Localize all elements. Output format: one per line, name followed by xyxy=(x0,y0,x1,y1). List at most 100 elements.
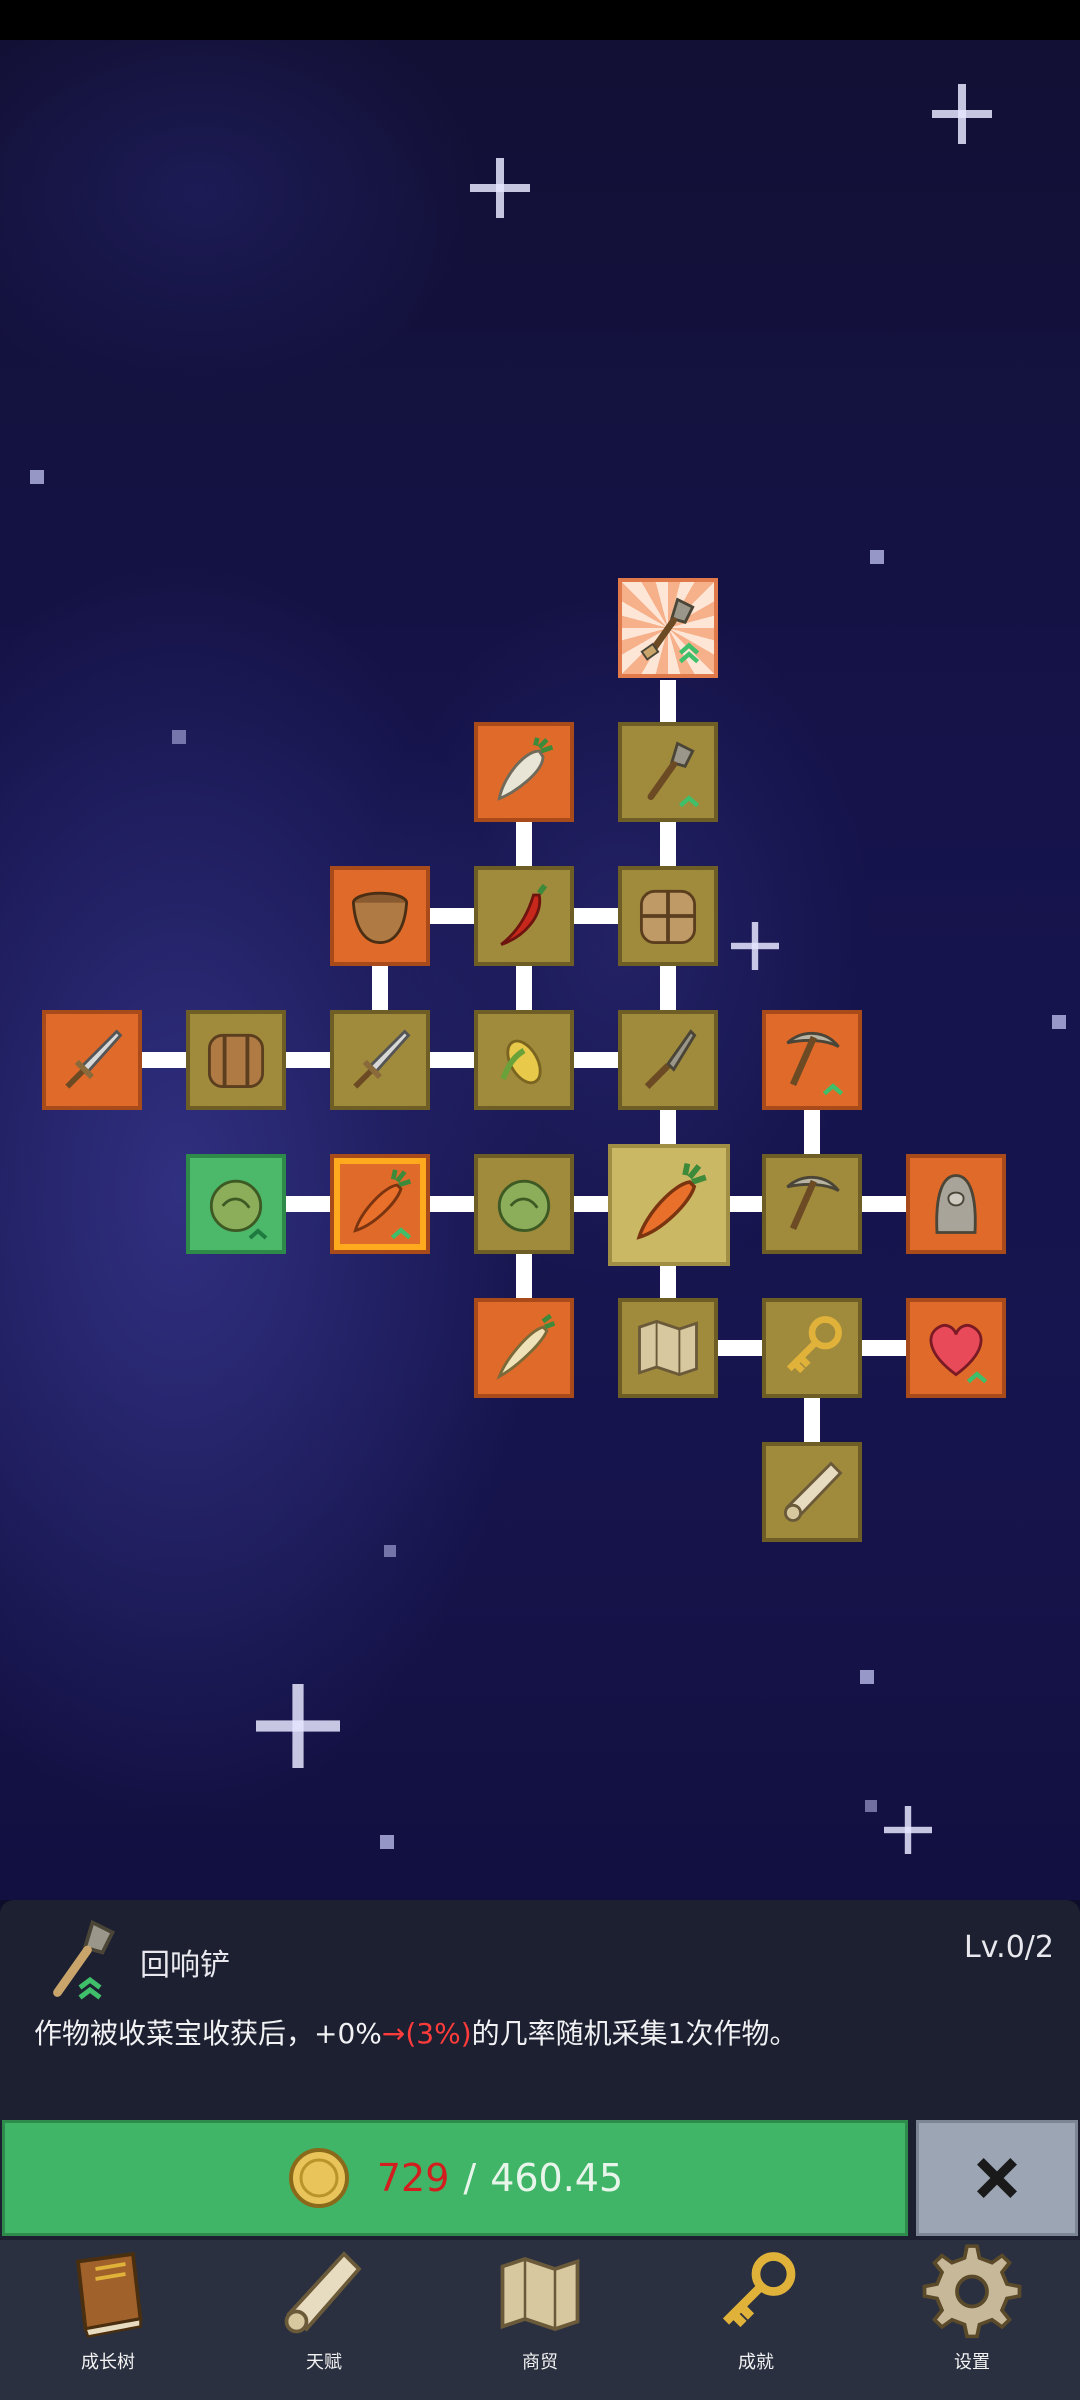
tree-connector xyxy=(286,1196,330,1212)
upgrade-arrow-icon xyxy=(678,795,700,808)
knife-icon xyxy=(644,1029,697,1089)
skill-node-knife[interactable] xyxy=(618,1010,718,1110)
scroll-icon xyxy=(284,2251,362,2334)
key-icon xyxy=(786,1316,842,1374)
tree-connector xyxy=(660,1110,676,1144)
skill-node-carrot-selected[interactable] xyxy=(330,1154,430,1254)
tree-connector xyxy=(862,1196,906,1212)
tree-connector xyxy=(430,1196,474,1212)
tree-connector xyxy=(862,1340,906,1356)
pickaxe-icon xyxy=(786,1175,840,1231)
skill-node-basket[interactable] xyxy=(330,866,430,966)
tree-connector xyxy=(804,1398,820,1442)
coins-owned: 729 xyxy=(376,2156,450,2200)
skill-node-pickaxe[interactable] xyxy=(762,1154,862,1254)
upgrade-arrow-icon xyxy=(390,1227,412,1240)
tree-connector xyxy=(372,966,388,1010)
nav-item-achievements[interactable]: 成就 xyxy=(648,2240,864,2400)
map-icon xyxy=(500,2257,580,2331)
tree-connector xyxy=(516,1254,532,1298)
nav-item-growth-tree[interactable]: 成长树 xyxy=(0,2240,216,2400)
tree-connector xyxy=(660,966,676,1010)
upgrade-arrow-icon xyxy=(678,642,700,664)
skill-node-sword-left[interactable] xyxy=(42,1010,142,1110)
tree-connector xyxy=(804,1110,820,1154)
tree-connector xyxy=(142,1052,186,1068)
tree-connector xyxy=(516,966,532,1010)
description-text: 作物被收菜宝收获后，+0% xyxy=(34,2017,382,2050)
skill-node-cabbage-green[interactable] xyxy=(186,1154,286,1254)
skill-node-map[interactable] xyxy=(618,1298,718,1398)
scroll-icon xyxy=(783,1461,843,1522)
backpack-icon xyxy=(639,889,697,945)
skill-node-radish[interactable] xyxy=(474,722,574,822)
skill-level: Lv.0/2 xyxy=(964,1930,1054,1965)
tree-connector xyxy=(730,1196,764,1212)
carrot-icon xyxy=(636,1163,707,1240)
tree-connector xyxy=(430,908,474,924)
chili-pepper-icon xyxy=(500,883,548,946)
skill-node-corn[interactable] xyxy=(474,1010,574,1110)
nav-item-talent[interactable]: 天赋 xyxy=(216,2240,432,2400)
tree-connector xyxy=(516,822,532,866)
skill-node-echo-shovel[interactable] xyxy=(618,578,718,678)
tree-connector xyxy=(574,908,618,924)
upgrade-cost: 460.45 xyxy=(490,2156,624,2200)
skill-node-sword[interactable] xyxy=(330,1010,430,1110)
cabbage-icon xyxy=(497,1179,551,1233)
upgrade-arrow-icon xyxy=(966,1371,988,1384)
skill-node-chili[interactable] xyxy=(474,866,574,966)
tree-connector xyxy=(574,1196,608,1212)
skill-node-cabbage[interactable] xyxy=(474,1154,574,1254)
skill-node-key[interactable] xyxy=(762,1298,862,1398)
key-icon xyxy=(722,2252,796,2328)
tree-connector xyxy=(660,1266,676,1298)
backpack-icon xyxy=(207,1033,265,1089)
selected-skill-icon xyxy=(30,1910,130,2010)
corn-icon xyxy=(500,1039,542,1085)
tree-connector xyxy=(574,1052,618,1068)
gear-icon xyxy=(922,2244,1022,2339)
skill-node-scroll[interactable] xyxy=(762,1442,862,1542)
sword-icon xyxy=(65,1029,123,1089)
book-icon xyxy=(75,2251,143,2338)
skill-node-shovel-upgrade[interactable] xyxy=(618,722,718,822)
radish-icon xyxy=(497,737,554,801)
map-icon xyxy=(638,1319,698,1377)
upgrade-arrow-icon xyxy=(822,1083,844,1096)
nav-label: 商贸 xyxy=(522,2352,558,2373)
upgrade-arrow-icon xyxy=(248,1228,268,1240)
basket-icon xyxy=(351,891,409,945)
skill-node-pickaxe-upgrade[interactable] xyxy=(762,1010,862,1110)
nav-item-trade[interactable]: 商贸 xyxy=(432,2240,648,2400)
nav-label: 设置 xyxy=(954,2352,990,2373)
skill-node-heart[interactable] xyxy=(906,1298,1006,1398)
close-icon xyxy=(977,2158,1017,2198)
tree-connector xyxy=(718,1340,762,1356)
nav-item-settings[interactable]: 设置 xyxy=(864,2240,1080,2400)
upgrade-button[interactable]: 729 / 460.45 xyxy=(2,2120,908,2236)
nav-label: 成就 xyxy=(738,2352,774,2373)
skill-description: 作物被收菜宝收获后，+0%→(3%)的几率随机采集1次作物。 xyxy=(34,2012,797,2052)
skill-node-backpack-top[interactable] xyxy=(618,866,718,966)
nav-label: 天赋 xyxy=(306,2352,342,2373)
skill-name: 回响铲 xyxy=(140,1948,230,1983)
status-bar xyxy=(0,0,1080,40)
bottom-nav: 成长树 天赋 商贸 成就 设置 xyxy=(0,2240,1080,2400)
close-button[interactable] xyxy=(916,2120,1078,2236)
description-increase: →(3%) xyxy=(381,2017,472,2050)
skill-node-statue[interactable] xyxy=(906,1154,1006,1254)
skill-node-root-carrot[interactable] xyxy=(608,1144,730,1266)
tree-connector xyxy=(660,822,676,866)
parsnip-icon xyxy=(496,1313,556,1380)
sword-icon xyxy=(353,1029,411,1089)
statue-icon xyxy=(935,1174,977,1234)
description-text: 的几率随机采集1次作物。 xyxy=(471,2017,798,2050)
shovel-icon xyxy=(53,1919,116,2000)
skill-node-parsnip[interactable] xyxy=(474,1298,574,1398)
tree-connector xyxy=(660,680,676,722)
tree-connector xyxy=(286,1052,330,1068)
skill-node-backpack-left[interactable] xyxy=(186,1010,286,1110)
starfield-background xyxy=(0,40,1080,1900)
tree-connector xyxy=(430,1052,474,1068)
